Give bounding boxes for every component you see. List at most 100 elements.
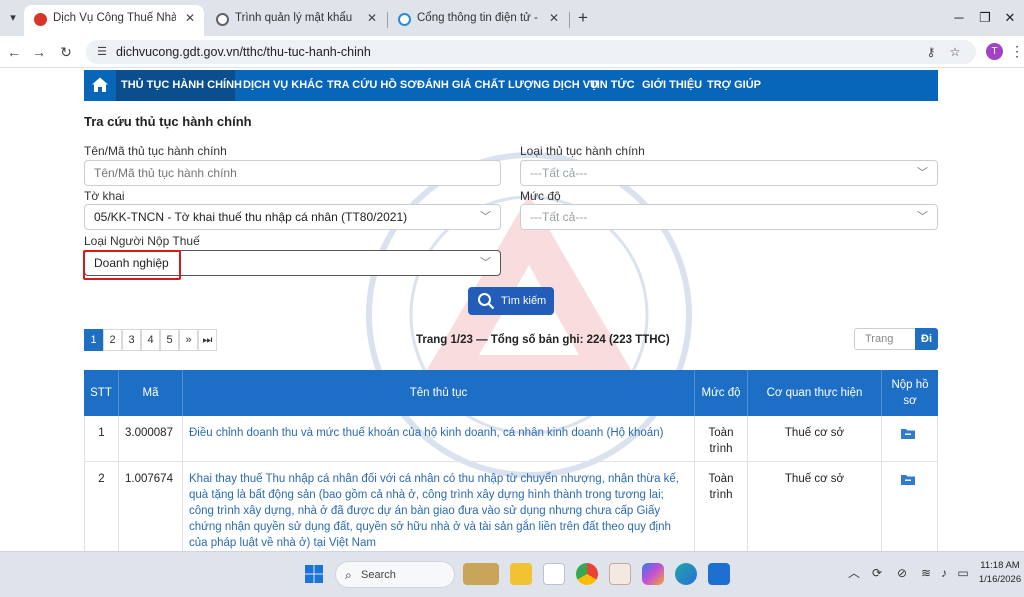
nav-tra-cuu-ho-so[interactable]: TRA CỨU HỒ SƠ <box>327 70 417 101</box>
clock-date: 1/16/2026 <box>978 574 1022 585</box>
table-row: 1 3.000087 Điều chỉnh doanh thu và mức t… <box>84 416 938 462</box>
file-explorer-icon[interactable] <box>510 563 532 585</box>
battery-icon[interactable]: ▭ <box>955 565 971 581</box>
windows-start-icon[interactable] <box>303 563 325 585</box>
password-key-icon[interactable]: ⚷ <box>922 43 940 61</box>
tab-separator <box>569 12 570 28</box>
close-tab-icon[interactable]: ✕ <box>549 5 559 32</box>
tax-form-select[interactable]: 05/KK-TNCN - Tờ khai thuế thu nhập cá nh… <box>84 204 501 230</box>
cell-stt: 2 <box>85 462 119 561</box>
goto-page-input[interactable]: Trang <box>854 328 915 350</box>
search-icon <box>478 293 495 310</box>
column-header-agency: Cơ quan thực hiện <box>748 370 882 416</box>
minimize-icon[interactable]: ─ <box>950 8 968 28</box>
select-value: 05/KK-TNCN - Tờ khai thuế thu nhập cá nh… <box>94 210 408 224</box>
cell-agency: Thuế cơ sở <box>748 416 882 461</box>
folder-icon[interactable] <box>901 428 915 439</box>
nav-thu-tuc-hanh-chinh[interactable]: THỦ TỤC HÀNH CHÍNH <box>116 70 242 101</box>
nav-tro-giup[interactable]: TRỢ GIÚP <box>707 70 761 101</box>
chevron-down-icon: ﹀ <box>480 257 491 269</box>
copilot-icon[interactable] <box>642 563 664 585</box>
sync-icon[interactable]: ⟳ <box>869 565 885 581</box>
search-button[interactable]: Tìm kiếm <box>468 287 554 315</box>
procedure-link[interactable]: Khai thay thuế Thu nhập cá nhân đối với … <box>183 462 695 561</box>
chevron-up-icon[interactable]: ︿ <box>846 565 862 581</box>
table-header: STT Mã Tên thủ tục Mức độ Cơ quan thực h… <box>84 370 938 416</box>
speaker-icon[interactable]: ♪ <box>936 565 952 581</box>
goto-page-button[interactable]: Đi <box>915 328 938 350</box>
form-label: Tờ khai <box>84 189 125 203</box>
calendar-app-icon[interactable] <box>609 563 631 585</box>
payer-label: Loại Người Nộp Thuế <box>84 234 200 248</box>
folder-icon[interactable] <box>901 474 915 485</box>
procedure-type-select[interactable]: ---Tất cả--- ﹀ <box>520 160 938 186</box>
tab-cong-thong-tin[interactable]: Cổng thông tin điện tử - Bảo h ✕ <box>388 5 568 36</box>
name-label: Tên/Mã thủ tục hành chính <box>84 144 227 158</box>
new-tab-button[interactable]: + <box>574 8 592 28</box>
tab-dich-vu-cong-thue[interactable]: Dịch Vụ Công Thuế Nhà Nước ✕ <box>24 5 204 36</box>
nav-dich-vu-khac[interactable]: DỊCH VỤ KHÁC <box>243 70 323 101</box>
next-page-button[interactable]: » <box>179 329 198 351</box>
procedure-name-input[interactable] <box>84 160 501 186</box>
taskbar-search-label: Search <box>361 569 396 581</box>
main-content: Tra cứu thủ tục hành chính Tên/Mã thủ tụ… <box>83 101 938 562</box>
page-5-button[interactable]: 5 <box>160 329 179 351</box>
tab-password-manager[interactable]: Trình quản lý mật khẩu ✕ <box>206 5 386 36</box>
level-select[interactable]: ---Tất cả--- ﹀ <box>520 204 938 230</box>
column-header-stt: STT <box>84 370 119 416</box>
page-2-button[interactable]: 2 <box>103 329 122 351</box>
chevron-down-icon: ﹀ <box>917 211 928 223</box>
nav-gioi-thieu[interactable]: GIỚI THIỆU <box>642 70 702 101</box>
taskbar-search-box[interactable]: ⌕ Search <box>335 561 455 588</box>
forward-arrow-icon[interactable]: → <box>29 42 49 62</box>
cell-stt: 1 <box>85 416 119 461</box>
window-close-icon[interactable]: ✕ <box>1001 8 1019 28</box>
cell-level: Toàn trình <box>695 416 748 461</box>
tab-title: Cổng thông tin điện tử - Bảo h <box>417 12 540 24</box>
close-tab-icon[interactable]: ✕ <box>185 5 195 32</box>
restore-icon[interactable]: ❐ <box>976 8 994 28</box>
browser-menu-icon[interactable]: ⋮ <box>1010 42 1024 62</box>
bookmark-star-icon[interactable]: ☆ <box>946 43 964 61</box>
nav-danh-gia-chat-luong[interactable]: ĐÁNH GIÁ CHẤT LƯỢNG DỊCH VỤ <box>417 70 598 101</box>
column-header-name: Tên thủ tục <box>183 370 695 416</box>
page-3-button[interactable]: 3 <box>122 329 141 351</box>
nav-tin-tuc[interactable]: TIN TỨC <box>590 70 635 101</box>
column-header-submit: Nộp hồ sơ <box>891 379 929 407</box>
close-tab-icon[interactable]: ✕ <box>367 5 377 32</box>
pagination-info: Trang 1/23 — Tổng số bản ghi: 224 (223 T… <box>416 334 670 346</box>
site-info-icon[interactable]: ☰ <box>94 44 110 60</box>
browser-tab-strip: ▾ Dịch Vụ Công Thuế Nhà Nước ✕ Trình quả… <box>0 0 1024 36</box>
browser-toolbar: ← → ↻ ☰ dichvucong.gdt.gov.vn/tthc/thu-t… <box>0 36 1024 68</box>
back-arrow-icon[interactable]: ← <box>4 42 24 62</box>
cell-level: Toàn trình <box>695 462 748 561</box>
chrome-icon[interactable] <box>576 563 598 585</box>
address-bar[interactable]: ☰ dichvucong.gdt.gov.vn/tthc/thu-tuc-han… <box>86 40 976 64</box>
reload-icon[interactable]: ↻ <box>56 42 76 62</box>
tab-title: Dịch Vụ Công Thuế Nhà Nước <box>53 12 176 24</box>
home-icon[interactable] <box>91 76 109 94</box>
site-favicon-icon <box>34 13 47 26</box>
tab-search-icon[interactable]: ▾ <box>4 9 22 27</box>
taskbar-clock[interactable]: 11:18 AM 1/16/2026 <box>976 559 1024 587</box>
procedure-link[interactable]: Điều chỉnh doanh thu và mức thuế khoán c… <box>183 416 695 461</box>
tab-title: Trình quản lý mật khẩu <box>235 12 353 24</box>
taskbar: ⌕ Search ︿ ⟳ ⊘ ≋ ♪ ▭ 11:18 AM 1/16/2026 <box>0 551 1024 597</box>
widgets-image-icon[interactable] <box>463 563 499 585</box>
profile-avatar[interactable]: T <box>986 43 1003 60</box>
page-4-button[interactable]: 4 <box>141 329 160 351</box>
edge-icon[interactable] <box>675 563 697 585</box>
page-1-button[interactable]: 1 <box>84 329 103 351</box>
remote-app-icon[interactable] <box>708 563 730 585</box>
no-network-icon[interactable]: ⊘ <box>894 565 910 581</box>
last-page-button[interactable]: ⏭ <box>198 329 217 351</box>
select-value: ---Tất cả--- <box>530 210 588 224</box>
zalo-icon[interactable] <box>543 563 565 585</box>
red-highlight-annotation <box>83 250 181 280</box>
column-header-code: Mã <box>119 370 183 416</box>
globe-icon <box>398 13 411 26</box>
page-title: Tra cứu thủ tục hành chính <box>84 114 252 129</box>
level-label: Mức độ <box>520 189 561 203</box>
wifi-icon[interactable]: ≋ <box>918 565 934 581</box>
search-button-label: Tìm kiếm <box>501 295 547 307</box>
